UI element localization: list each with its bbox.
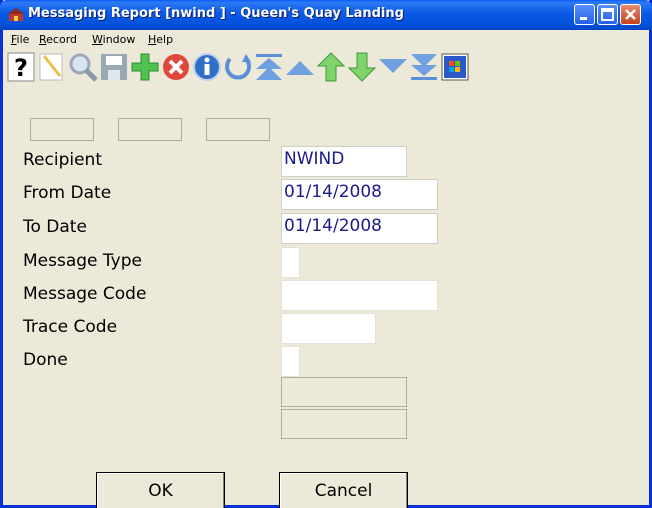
- window-title: Messaging Report [nwind ] - Queen's Quay…: [28, 6, 404, 21]
- done-field[interactable]: [281, 346, 300, 377]
- previous-record-icon: [316, 52, 346, 82]
- menu-bar: File Record Window Help: [3, 30, 649, 49]
- menu-record[interactable]: Record: [39, 33, 77, 46]
- next-record-button[interactable]: [347, 52, 377, 82]
- status-box-1: [30, 118, 94, 141]
- new-record-button[interactable]: [37, 52, 67, 82]
- last-record-icon: [411, 54, 437, 80]
- recipient-label: Recipient: [23, 150, 102, 170]
- windows-button[interactable]: [440, 52, 470, 82]
- minimize-icon: [580, 17, 587, 20]
- info-icon: [193, 53, 221, 81]
- to-date-field[interactable]: 01/14/2008: [281, 213, 438, 244]
- recipient-field[interactable]: NWIND: [281, 146, 407, 177]
- search-icon: [69, 53, 98, 82]
- menu-window[interactable]: Window: [92, 33, 135, 46]
- undo-icon: [225, 54, 251, 80]
- new-record-icon: [39, 53, 63, 81]
- undo-button[interactable]: [223, 52, 253, 82]
- save-button[interactable]: [99, 52, 129, 82]
- search-button[interactable]: [68, 52, 98, 82]
- trace-code-field[interactable]: [281, 313, 376, 344]
- delete-button[interactable]: [161, 52, 191, 82]
- trace-code-label: Trace Code: [23, 317, 118, 337]
- status-box-3: [206, 118, 270, 141]
- add-icon: [131, 53, 159, 81]
- status-box-2: [118, 118, 182, 141]
- message-code-field[interactable]: [281, 280, 438, 311]
- help-icon: ?: [7, 52, 35, 82]
- from-date-label: From Date: [23, 183, 112, 203]
- readonly-box-1: [281, 377, 407, 407]
- from-date-field[interactable]: 01/14/2008: [281, 179, 438, 210]
- menu-file[interactable]: File: [11, 33, 29, 46]
- readonly-box-2: [281, 409, 407, 439]
- delete-icon: [163, 54, 189, 80]
- minimize-button[interactable]: [574, 4, 595, 25]
- svg-text:?: ?: [14, 54, 28, 82]
- previous-page-button[interactable]: [285, 52, 315, 82]
- next-record-icon: [347, 52, 377, 82]
- previous-page-icon: [286, 61, 314, 75]
- title-bar[interactable]: Messaging Report [nwind ] - Queen's Quay…: [0, 0, 652, 30]
- save-icon: [101, 54, 127, 80]
- first-record-icon: [256, 54, 282, 80]
- toolbar: ?: [6, 50, 646, 110]
- done-label: Done: [23, 350, 68, 370]
- add-button[interactable]: [130, 52, 160, 82]
- maximize-button[interactable]: [597, 4, 618, 25]
- close-button[interactable]: [620, 4, 641, 25]
- close-icon: [625, 9, 636, 20]
- ok-button[interactable]: OK: [96, 472, 225, 508]
- last-record-button[interactable]: [409, 52, 439, 82]
- to-date-label: To Date: [23, 217, 87, 237]
- message-type-label: Message Type: [23, 251, 142, 271]
- windows-icon: [441, 53, 469, 81]
- message-type-field[interactable]: [281, 247, 300, 278]
- cancel-button[interactable]: Cancel: [279, 472, 408, 508]
- first-record-button[interactable]: [254, 52, 284, 82]
- help-button[interactable]: ?: [6, 52, 36, 82]
- next-page-button[interactable]: [378, 52, 408, 82]
- next-page-icon: [379, 59, 407, 73]
- previous-record-button[interactable]: [316, 52, 346, 82]
- menu-help[interactable]: Help: [148, 33, 173, 46]
- messaging-report-window: Messaging Report [nwind ] - Queen's Quay…: [0, 0, 652, 508]
- app-icon: [8, 8, 24, 21]
- maximize-icon: [601, 8, 614, 21]
- info-button[interactable]: [192, 52, 222, 82]
- message-code-label: Message Code: [23, 284, 147, 304]
